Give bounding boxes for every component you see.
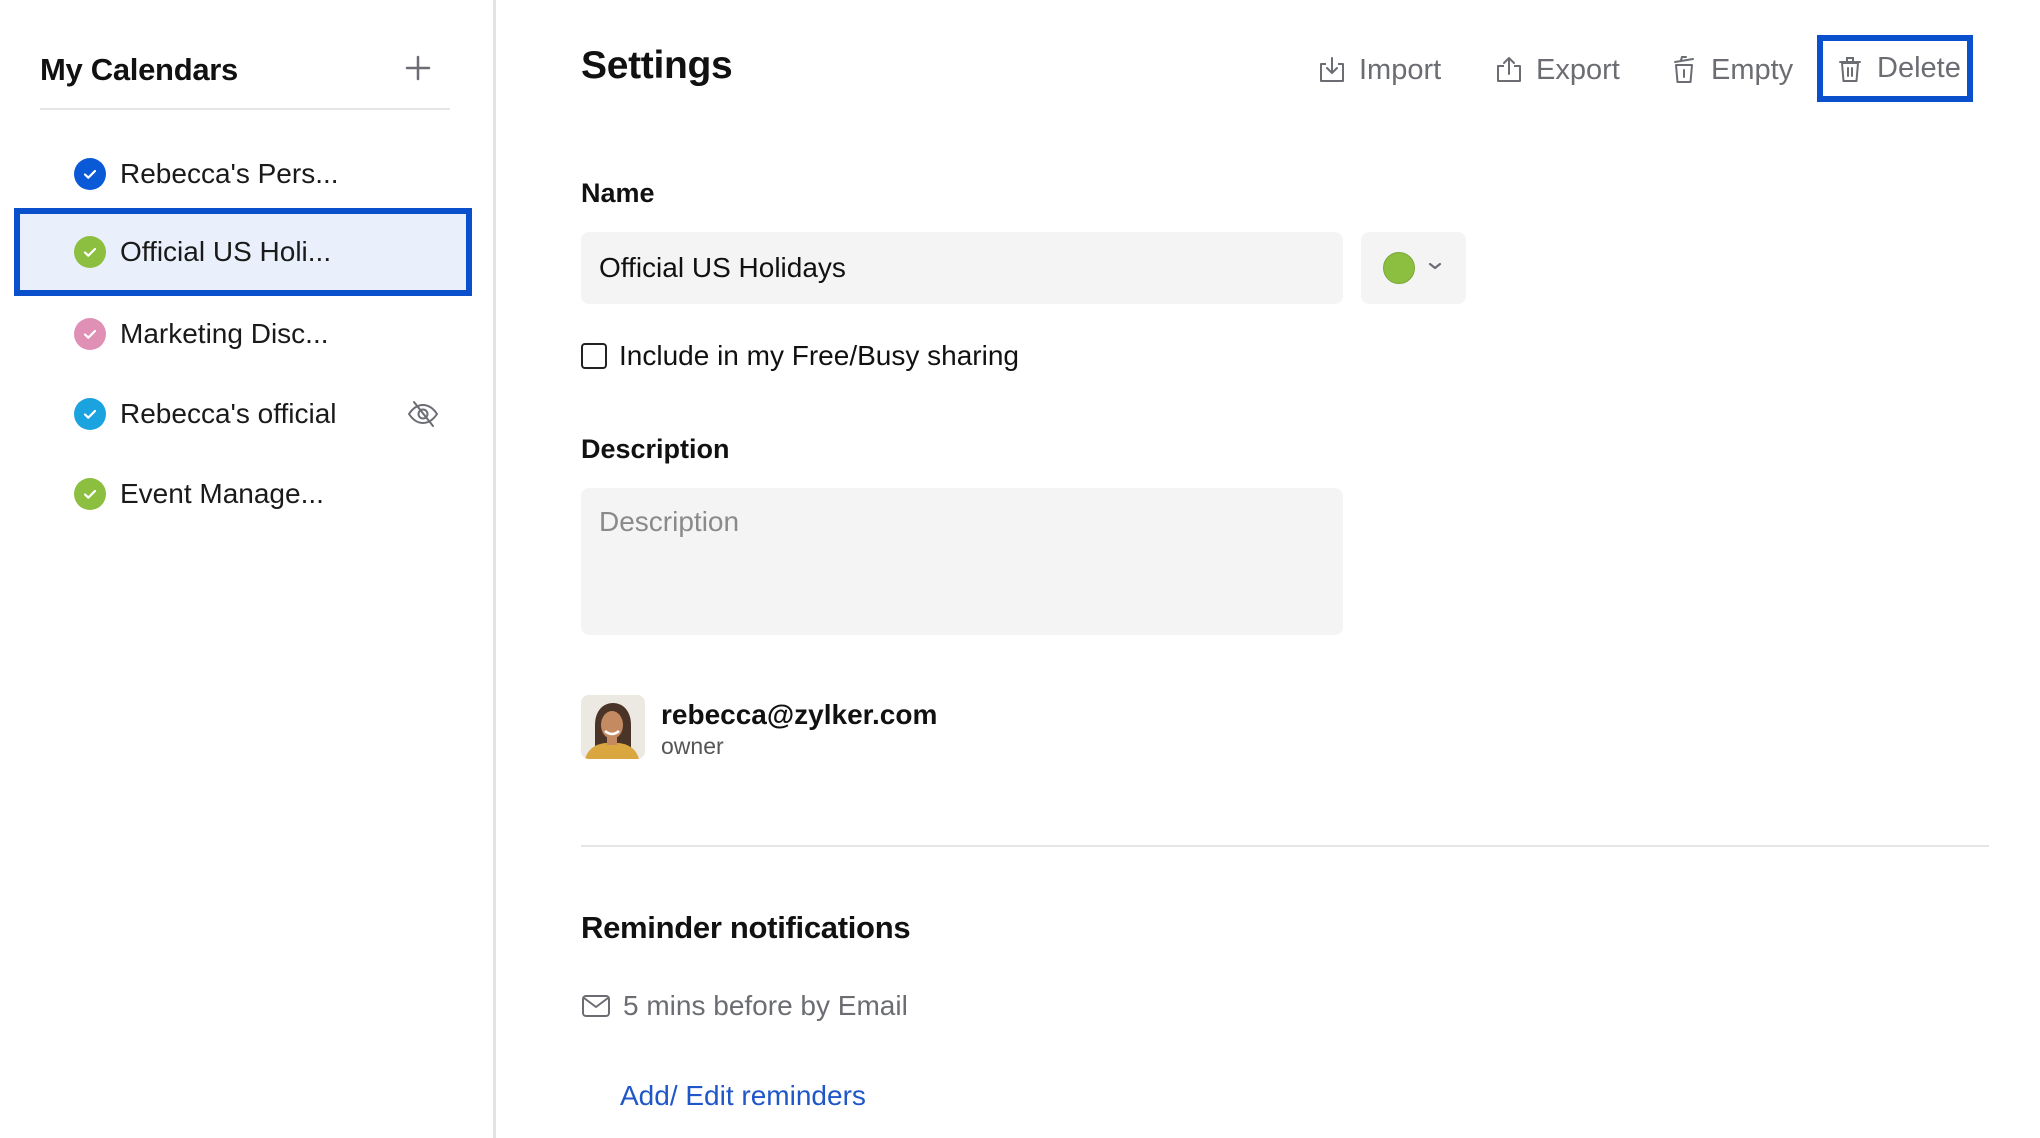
calendar-item-label: Marketing Disc... xyxy=(120,318,329,349)
reminder-section-title: Reminder notifications xyxy=(581,910,911,945)
calendar-sidebar: My Calendars Rebecca's Pers... Official … xyxy=(0,0,496,1138)
settings-panel: Settings Import Export Empty Delete Name xyxy=(499,0,2040,1138)
calendar-color-picker[interactable] xyxy=(1361,232,1466,304)
import-label: Import xyxy=(1359,53,1442,86)
empty-label: Empty xyxy=(1711,53,1794,86)
delete-label: Delete xyxy=(1877,52,1961,84)
calendar-item-label: Event Manage... xyxy=(120,478,324,509)
section-divider xyxy=(581,845,1989,847)
owner-role: owner xyxy=(661,733,724,759)
add-edit-reminders-link[interactable]: Add/ Edit reminders xyxy=(620,1080,866,1112)
freebusy-checkbox[interactable] xyxy=(581,343,607,369)
name-label: Name xyxy=(581,178,655,208)
export-button[interactable]: Export xyxy=(1494,50,1620,90)
empty-trash-icon xyxy=(1674,56,1694,83)
checked-circle-icon[interactable] xyxy=(74,158,106,190)
trash-icon xyxy=(1839,56,1861,82)
description-input[interactable] xyxy=(581,488,1343,635)
calendar-item-rebeccas-official[interactable]: Rebecca's official xyxy=(14,373,472,455)
calendar-item-event-management[interactable]: Event Manage... xyxy=(14,453,472,535)
checked-circle-icon[interactable] xyxy=(74,236,106,268)
reminder-item: 5 mins before by Email xyxy=(581,990,908,1022)
import-icon xyxy=(1320,57,1344,82)
export-icon xyxy=(1497,57,1521,82)
mail-icon xyxy=(582,995,610,1017)
avatar xyxy=(581,695,645,759)
owner-email: rebecca@zylker.com xyxy=(661,699,938,730)
checked-circle-icon[interactable] xyxy=(74,318,106,350)
delete-button[interactable]: Delete xyxy=(1817,35,1973,102)
description-label: Description xyxy=(581,434,730,464)
calendar-item-label: Official US Holi... xyxy=(120,236,332,267)
freebusy-label: Include in my Free/Busy sharing xyxy=(619,340,1019,371)
export-label: Export xyxy=(1536,53,1620,86)
freebusy-checkbox-row[interactable]: Include in my Free/Busy sharing xyxy=(581,340,1019,372)
calendar-item-marketing[interactable]: Marketing Disc... xyxy=(14,293,472,375)
import-button[interactable]: Import xyxy=(1317,50,1441,90)
eye-off-icon[interactable] xyxy=(406,399,440,429)
checked-circle-icon[interactable] xyxy=(74,398,106,430)
sidebar-title: My Calendars xyxy=(40,52,238,87)
chevron-down-icon xyxy=(1428,262,1442,270)
calendar-item-label: Rebecca's official xyxy=(120,398,337,429)
color-swatch xyxy=(1383,252,1415,284)
add-calendar-button[interactable] xyxy=(402,52,434,84)
checked-circle-icon[interactable] xyxy=(74,478,106,510)
page-title: Settings xyxy=(581,44,733,87)
plus-icon xyxy=(405,55,431,81)
sidebar-header: My Calendars xyxy=(40,46,450,110)
calendar-item-official-us-holidays[interactable]: Official US Holi... xyxy=(14,208,472,296)
calendar-item-rebeccas-personal[interactable]: Rebecca's Pers... xyxy=(14,133,472,215)
empty-button[interactable]: Empty xyxy=(1669,50,1793,90)
calendar-item-label: Rebecca's Pers... xyxy=(120,158,339,189)
reminder-text: 5 mins before by Email xyxy=(623,990,908,1021)
calendar-name-input[interactable] xyxy=(581,232,1343,304)
